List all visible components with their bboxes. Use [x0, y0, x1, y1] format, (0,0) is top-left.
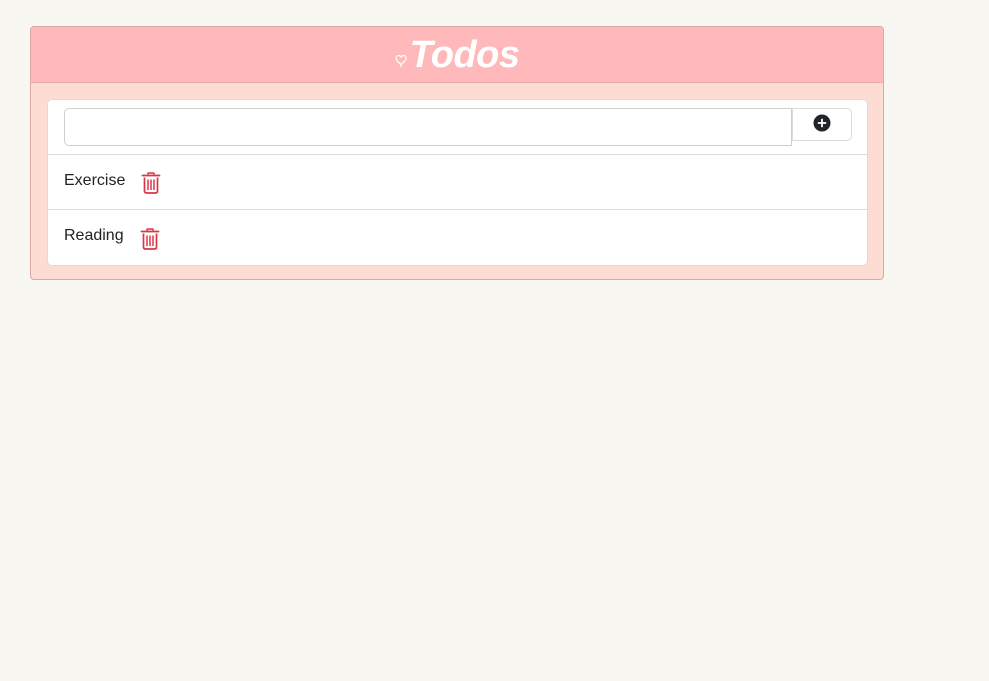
plus-circle-icon	[813, 114, 831, 135]
todo-item-label: Reading	[64, 227, 124, 244]
trash-icon	[141, 172, 161, 194]
todo-item-label: Exercise	[64, 171, 126, 189]
new-todo-row	[48, 100, 867, 155]
trash-icon	[140, 227, 160, 250]
delete-todo-button[interactable]	[138, 226, 162, 252]
new-todo-input[interactable]	[64, 108, 792, 146]
delete-todo-button[interactable]	[139, 170, 163, 196]
todo-item: Reading	[48, 210, 867, 265]
todo-card: Todos Exercise Reading	[30, 26, 884, 280]
card-header: Todos	[31, 27, 883, 83]
add-todo-button[interactable]	[792, 108, 852, 141]
heart-icon	[394, 53, 408, 67]
todo-list: Exercise Reading	[47, 99, 868, 266]
page-title: Todos	[409, 33, 520, 76]
todo-item: Exercise	[48, 155, 867, 210]
